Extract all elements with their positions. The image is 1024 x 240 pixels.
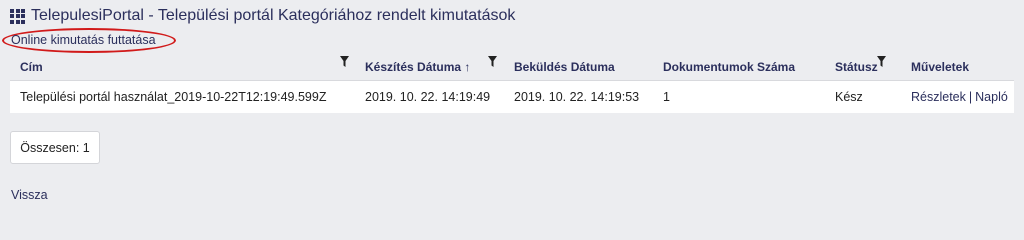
column-label: Cím xyxy=(20,59,43,74)
grid-icon xyxy=(10,8,25,24)
column-header-dokumentumok[interactable]: Dokumentumok Száma xyxy=(653,60,825,74)
cell-statusz: Kész xyxy=(835,90,863,104)
column-header-bekuldes[interactable]: Beküldés Dátuma xyxy=(504,60,653,74)
column-label: Készítés Dátuma ↑ xyxy=(365,59,471,74)
cell-cim: Települési portál használat_2019-10-22T1… xyxy=(20,90,327,104)
column-label: Státusz xyxy=(835,59,878,74)
cell-keszites: 2019. 10. 22. 14:19:49 xyxy=(365,90,491,104)
report-table: Cím Készítés Dátuma ↑ Beküldés Dátuma Do… xyxy=(10,53,1014,113)
filter-icon[interactable] xyxy=(340,55,349,67)
table-row: Települési portál használat_2019-10-22T1… xyxy=(10,80,1014,113)
details-link[interactable]: Részletek xyxy=(911,90,966,104)
cell-dokumentumok: 1 xyxy=(663,90,670,104)
table-header: Cím Készítés Dátuma ↑ Beküldés Dátuma Do… xyxy=(10,53,1014,80)
column-label: Műveletek xyxy=(911,59,970,74)
cell-bekuldes: 2019. 10. 22. 14:19:53 xyxy=(514,90,640,104)
back-link[interactable]: Vissza xyxy=(11,188,48,202)
column-header-statusz[interactable]: Státusz xyxy=(825,55,901,74)
column-header-cim[interactable]: Cím xyxy=(10,55,355,74)
column-label: Beküldés Dátuma xyxy=(514,59,615,74)
filter-icon[interactable] xyxy=(488,55,497,67)
page-header: TelepulesiPortal - Települési portál Kat… xyxy=(10,6,515,26)
filter-icon[interactable] xyxy=(877,55,886,67)
cell-muveletek: Részletek | Napló xyxy=(901,90,1014,104)
link-separator: | xyxy=(968,90,973,104)
total-count-box: Összesen: 1 xyxy=(10,131,100,164)
online-run-link[interactable]: Online kimutatás futtatása xyxy=(11,33,156,47)
column-header-muveletek: Műveletek xyxy=(901,60,1014,74)
page-title: TelepulesiPortal - Települési portál Kat… xyxy=(31,7,516,24)
column-header-keszites[interactable]: Készítés Dátuma ↑ xyxy=(355,55,504,74)
log-link[interactable]: Napló xyxy=(975,90,1008,104)
column-label: Dokumentumok Száma xyxy=(663,59,796,74)
total-count-label: Összesen: 1 xyxy=(20,140,90,155)
